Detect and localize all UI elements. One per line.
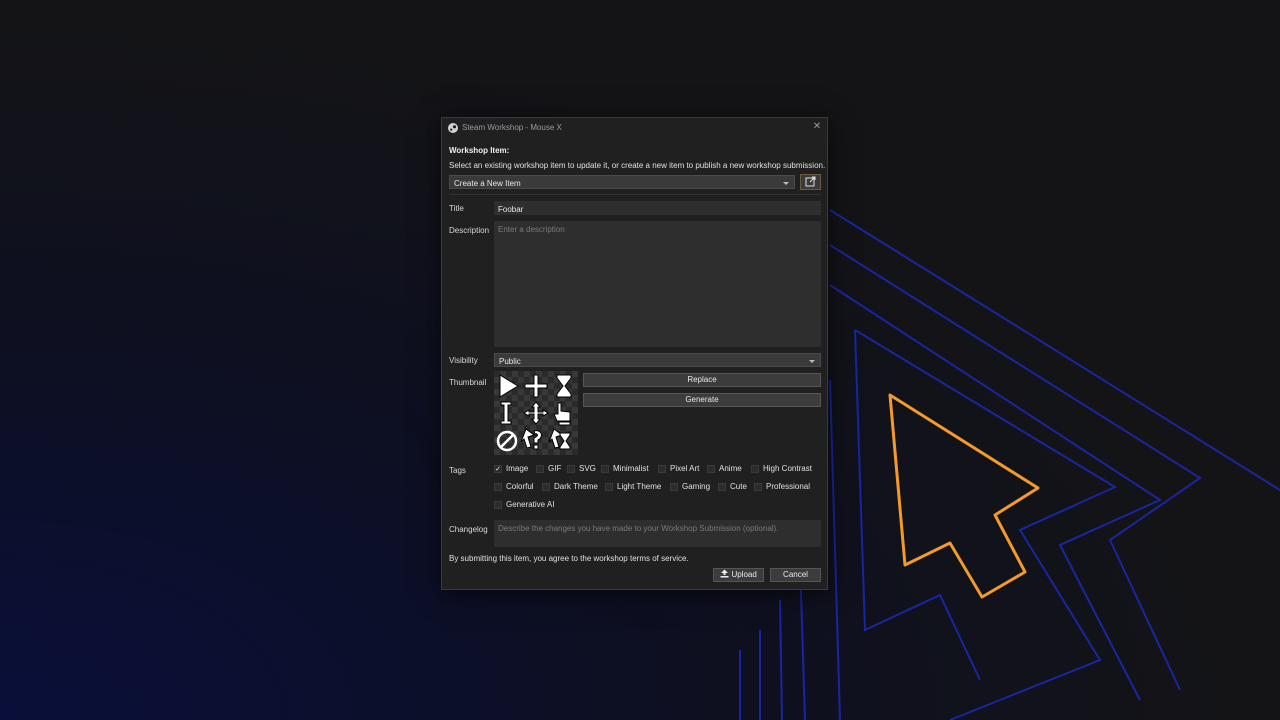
workshop-item-value: Create a New Item bbox=[454, 179, 521, 188]
checkbox[interactable] bbox=[542, 482, 550, 491]
tag-svg[interactable]: SVG bbox=[567, 464, 596, 473]
description-label: Description bbox=[449, 226, 490, 235]
description-field[interactable]: Enter a description bbox=[494, 221, 821, 347]
tag-dark-theme[interactable]: Dark Theme bbox=[542, 482, 598, 491]
replace-button[interactable]: Replace bbox=[583, 373, 821, 387]
checkbox[interactable] bbox=[494, 500, 502, 509]
visibility-label: Visibility bbox=[449, 356, 478, 365]
checkbox[interactable] bbox=[658, 464, 666, 473]
workshop-item-heading: Workshop Item: bbox=[449, 146, 510, 155]
tag-image[interactable]: ✓ Image bbox=[494, 464, 528, 473]
title-value: Foobar bbox=[498, 205, 524, 214]
checkbox[interactable] bbox=[670, 482, 678, 491]
changelog-label: Changelog bbox=[449, 525, 488, 534]
checkbox[interactable] bbox=[718, 482, 726, 491]
title-label: Title bbox=[449, 204, 464, 213]
window-title: Steam Workshop - Mouse X bbox=[462, 123, 562, 132]
checkbox[interactable] bbox=[601, 464, 609, 473]
visibility-value: Public bbox=[499, 357, 521, 366]
description-placeholder: Enter a description bbox=[498, 225, 565, 234]
tag-colorful[interactable]: Colorful bbox=[494, 482, 534, 491]
checkbox-checked[interactable]: ✓ bbox=[494, 464, 502, 473]
tag-minimalist[interactable]: Minimalist bbox=[601, 464, 649, 473]
checkbox[interactable] bbox=[707, 464, 715, 473]
steam-logo-icon bbox=[448, 123, 458, 133]
tag-light-theme[interactable]: Light Theme bbox=[605, 482, 661, 491]
divider bbox=[449, 194, 821, 195]
checkbox[interactable] bbox=[567, 464, 575, 473]
changelog-field[interactable]: Describe the changes you have made to yo… bbox=[494, 520, 821, 547]
cursor-set-thumbnail-icon bbox=[496, 374, 572, 452]
tag-pixel-art[interactable]: Pixel Art bbox=[658, 464, 699, 473]
tag-professional[interactable]: Professional bbox=[754, 482, 810, 491]
changelog-placeholder: Describe the changes you have made to yo… bbox=[498, 524, 779, 533]
tag-gaming[interactable]: Gaming bbox=[670, 482, 710, 491]
thumbnail-label: Thumbnail bbox=[449, 378, 487, 387]
checkbox[interactable] bbox=[751, 464, 759, 473]
checkbox[interactable] bbox=[494, 482, 502, 491]
open-external-button[interactable] bbox=[800, 174, 821, 190]
close-button[interactable]: ✕ bbox=[811, 121, 823, 133]
chevron-down-icon bbox=[783, 182, 789, 185]
thumbnail-preview bbox=[494, 371, 578, 455]
workshop-item-subtitle: Select an existing workshop item to upda… bbox=[449, 161, 826, 170]
generate-button[interactable]: Generate bbox=[583, 393, 821, 407]
tag-high-contrast[interactable]: High Contrast bbox=[751, 464, 812, 473]
terms-text: By submitting this item, you agree to th… bbox=[449, 554, 689, 563]
title-bar: Steam Workshop - Mouse X ✕ bbox=[442, 118, 827, 138]
external-link-icon bbox=[805, 176, 816, 187]
title-field[interactable]: Foobar bbox=[494, 201, 821, 215]
tag-generative-ai[interactable]: Generative AI bbox=[494, 500, 554, 509]
tag-anime[interactable]: Anime bbox=[707, 464, 742, 473]
tag-gif[interactable]: GIF bbox=[536, 464, 561, 473]
chevron-down-icon bbox=[809, 360, 815, 363]
tags-label: Tags bbox=[449, 466, 466, 475]
upload-icon bbox=[720, 569, 729, 578]
cancel-button[interactable]: Cancel bbox=[770, 568, 821, 582]
checkbox[interactable] bbox=[605, 482, 613, 491]
visibility-select[interactable]: Public bbox=[494, 353, 821, 367]
workshop-item-select[interactable]: Create a New Item bbox=[449, 175, 795, 189]
workshop-dialog: Steam Workshop - Mouse X ✕ Workshop Item… bbox=[441, 117, 828, 590]
upload-button[interactable]: Upload bbox=[713, 568, 764, 582]
checkbox[interactable] bbox=[536, 464, 544, 473]
checkbox[interactable] bbox=[754, 482, 762, 491]
tag-cute[interactable]: Cute bbox=[718, 482, 747, 491]
